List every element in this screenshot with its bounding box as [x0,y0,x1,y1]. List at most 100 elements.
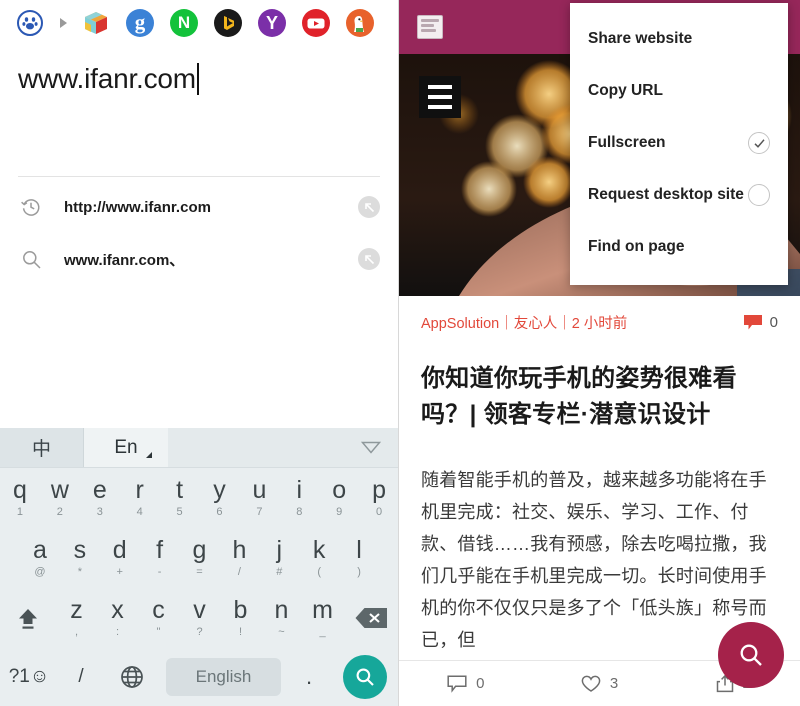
article-title: 你知道你玩手机的姿势很难看吗？| 领客专栏·潜意识设计 [421,365,737,429]
url-input-row[interactable]: www.ifanr.com [0,46,398,176]
url-input-value: www.ifanr.com [18,63,196,94]
key-s[interactable]: s * [60,528,100,588]
key-l[interactable]: l) [339,528,379,588]
key-i[interactable]: i8 [279,468,319,528]
menu-item-find-on-page[interactable]: Find on page [570,221,788,273]
keyboard-language-bar: 中 En [0,428,398,468]
key-p[interactable]: p0 [359,468,398,528]
keyboard-lang-chinese[interactable]: 中 [0,428,84,467]
hamburger-line [428,85,452,89]
like-action[interactable]: 3 [533,675,667,693]
key-c[interactable]: c " [138,588,179,648]
search-enter-key[interactable] [331,655,398,699]
desktop-site-toggle-unchecked[interactable] [748,184,770,206]
symbols-key[interactable]: ?1☺ [0,666,58,688]
key-label: h [232,536,247,564]
key-x[interactable]: x: [97,588,138,648]
key-sublabel: - [157,566,162,578]
key-label: v [193,596,206,624]
menu-item-share-website[interactable]: Share website [570,13,788,65]
menu-item-fullscreen[interactable]: Fullscreen [570,117,788,169]
suggestion-row-search[interactable]: www.ifanr.com、 [0,233,398,285]
key-z[interactable]: z, [56,588,97,648]
key-e[interactable]: e3 [80,468,120,528]
engine-expand-arrow[interactable] [52,0,74,46]
key-sublabel: 9 [336,506,343,518]
search-engine-strip: g N Y [0,0,398,46]
key-k[interactable]: k( [299,528,339,588]
key-f[interactable]: f- [140,528,180,588]
youtube-icon [302,9,330,37]
key-sublabel: @ [34,566,46,578]
key-sublabel: 6 [216,506,223,518]
key-v[interactable]: v? [179,588,220,648]
page-line [421,19,439,22]
engine-bing[interactable] [206,0,250,46]
key-j[interactable]: j # [259,528,299,588]
hamburger-menu-button[interactable] [419,76,461,118]
duck-glyph [348,11,372,35]
key-u[interactable]: u7 [239,468,279,528]
menu-item-request-desktop-site[interactable]: Request desktop site [570,169,788,221]
suggestion-row-history[interactable]: http://www.ifanr.com [0,181,398,233]
key-n[interactable]: n ~ [261,588,302,648]
key-g[interactable]: g = [180,528,220,588]
fill-suggestion-button[interactable] [358,196,380,218]
key-label: p [372,476,387,504]
keyboard-lang-english[interactable]: En [84,428,168,467]
url-input-field[interactable]: www.ifanr.com [18,56,199,102]
suggestion-text: www.ifanr.com、 [64,251,185,269]
baidu-icon [17,10,43,36]
key-o[interactable]: o9 [319,468,359,528]
key-h[interactable]: h / [219,528,259,588]
article-meta-row: AppSolution｜友心人｜2 小时前 0 [399,296,800,333]
page-icon[interactable] [417,15,443,39]
key-d[interactable]: d + [100,528,140,588]
keyboard-collapse-button[interactable] [343,428,398,467]
fullscreen-toggle-checked[interactable] [748,132,770,154]
shift-key[interactable] [0,588,56,648]
key-r[interactable]: r4 [120,468,160,528]
key-m[interactable]: m _ [302,588,343,648]
engine-yahoo[interactable]: Y [250,0,294,46]
engine-naver[interactable]: N [162,0,206,46]
space-key[interactable]: English [166,658,281,696]
key-t[interactable]: t5 [160,468,200,528]
menu-item-label: Copy URL [588,82,663,99]
article-comment-count-group[interactable]: 0 [743,314,778,331]
engine-google[interactable]: g [118,0,162,46]
paw-glyph [22,17,38,30]
key-label: g [192,536,207,564]
key-a[interactable]: a @ [20,528,60,588]
slash-key[interactable]: / [58,666,104,688]
key-label: l [356,536,362,564]
lang-corner-indicator [146,452,152,458]
comment-action[interactable]: 0 [399,674,533,693]
key-y[interactable]: y6 [200,468,240,528]
engine-youtube[interactable] [294,0,338,46]
key-sublabel: ( [317,566,322,578]
engine-cube[interactable] [74,0,118,46]
engine-duckduckgo[interactable] [338,0,382,46]
backspace-key[interactable] [343,588,398,648]
duckduckgo-icon [346,9,374,37]
key-q[interactable]: q1 [0,468,40,528]
key-b[interactable]: b! [220,588,261,648]
keyboard-row-3: z, x: c " v? b! n ~ m _ [0,588,398,648]
menu-item-copy-url[interactable]: Copy URL [570,65,788,117]
engine-baidu[interactable] [8,0,52,46]
language-globe-key[interactable] [104,664,160,690]
key-label: q [13,476,27,504]
comment-filled-icon [743,315,762,330]
fill-suggestion-button[interactable] [358,248,380,270]
period-key[interactable]: . [287,664,331,690]
search-fab[interactable] [718,622,784,688]
youtube-glyph [307,18,325,28]
key-sublabel: + [116,566,123,578]
key-w[interactable]: w2 [40,468,80,528]
key-label: f [156,536,164,564]
key-label: z [70,596,83,624]
heart-icon [581,675,601,692]
key-sublabel: 7 [256,506,263,518]
screen-root: g N Y www.ifanr.com http://www.ifanr.com… [0,0,800,706]
